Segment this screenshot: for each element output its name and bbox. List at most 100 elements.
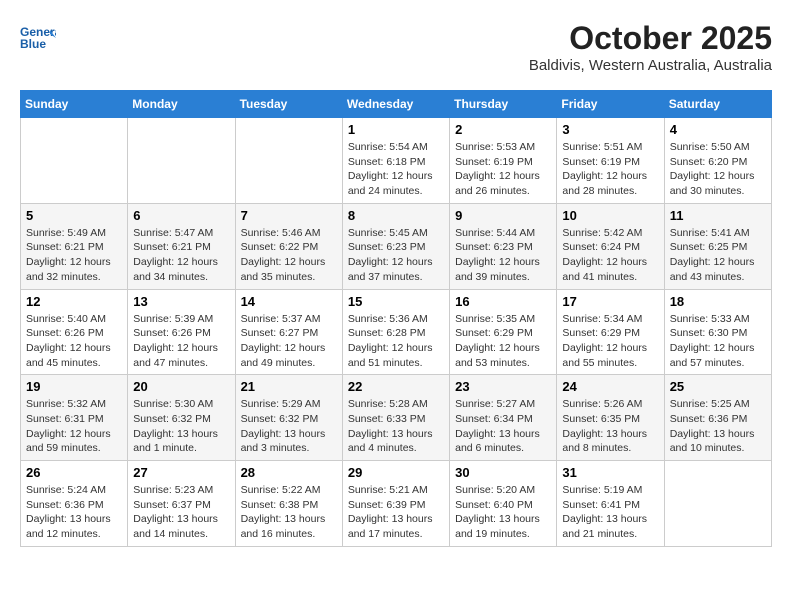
day-number: 4 [670, 122, 766, 137]
page-header: General Blue October 2025 Baldivis, West… [20, 20, 772, 74]
calendar-day-cell: 10 Sunrise: 5:42 AM Sunset: 6:24 PM Dayli… [557, 203, 664, 289]
day-number: 11 [670, 208, 766, 223]
calendar-header-cell: Saturday [664, 91, 771, 118]
day-number: 30 [455, 465, 551, 480]
calendar-day-cell: 31Sunrise: 5:19 AM Sunset: 6:41 PM Dayli… [557, 461, 664, 547]
calendar-title: October 2025 [529, 20, 772, 57]
day-number: 1 [348, 122, 444, 137]
calendar-day-cell: 19Sunrise: 5:32 AM Sunset: 6:31 PM Dayli… [21, 375, 128, 461]
calendar-day-cell: 16 Sunrise: 5:35 AM Sunset: 6:29 PM Dayli… [450, 289, 557, 375]
day-number: 10 [562, 208, 658, 223]
day-info: Sunrise: 5:53 AM Sunset: 6:19 PM Dayligh… [455, 140, 551, 199]
day-number: 13 [133, 294, 229, 309]
calendar-header-cell: Sunday [21, 91, 128, 118]
day-number: 14 [241, 294, 337, 309]
calendar-header-cell: Friday [557, 91, 664, 118]
calendar-week-row: 26 Sunrise: 5:24 AM Sunset: 6:36 PM Dayli… [21, 461, 772, 547]
day-info: Sunrise: 5:40 AM Sunset: 6:26 PM Dayligh… [26, 312, 122, 371]
calendar-day-cell: 18Sunrise: 5:33 AM Sunset: 6:30 PM Dayli… [664, 289, 771, 375]
day-info: Sunrise: 5:23 AM Sunset: 6:37 PM Dayligh… [133, 483, 229, 542]
day-info: Sunrise: 5:34 AM Sunset: 6:29 PM Dayligh… [562, 312, 658, 371]
day-info: Sunrise: 5:28 AM Sunset: 6:33 PM Dayligh… [348, 397, 444, 456]
calendar-day-cell: 13 Sunrise: 5:39 AM Sunset: 6:26 PM Dayli… [128, 289, 235, 375]
day-info: Sunrise: 5:37 AM Sunset: 6:27 PM Dayligh… [241, 312, 337, 371]
day-info: Sunrise: 5:51 AM Sunset: 6:19 PM Dayligh… [562, 140, 658, 199]
day-number: 12 [26, 294, 122, 309]
day-info: Sunrise: 5:47 AM Sunset: 6:21 PM Dayligh… [133, 226, 229, 285]
calendar-table: SundayMondayTuesdayWednesdayThursdayFrid… [20, 90, 772, 547]
calendar-subtitle: Baldivis, Western Australia, Australia [529, 57, 772, 74]
day-number: 15 [348, 294, 444, 309]
calendar-day-cell: 17 Sunrise: 5:34 AM Sunset: 6:29 PM Dayli… [557, 289, 664, 375]
calendar-header-cell: Tuesday [235, 91, 342, 118]
day-number: 7 [241, 208, 337, 223]
calendar-day-cell [235, 118, 342, 204]
calendar-day-cell: 24 Sunrise: 5:26 AM Sunset: 6:35 PM Dayli… [557, 375, 664, 461]
day-number: 28 [241, 465, 337, 480]
day-number: 8 [348, 208, 444, 223]
day-number: 31 [562, 465, 658, 480]
calendar-day-cell: 6 Sunrise: 5:47 AM Sunset: 6:21 PM Daylig… [128, 203, 235, 289]
day-info: Sunrise: 5:33 AM Sunset: 6:30 PM Dayligh… [670, 312, 766, 371]
calendar-day-cell: 23 Sunrise: 5:27 AM Sunset: 6:34 PM Dayli… [450, 375, 557, 461]
day-info: Sunrise: 5:46 AM Sunset: 6:22 PM Dayligh… [241, 226, 337, 285]
day-info: Sunrise: 5:41 AM Sunset: 6:25 PM Dayligh… [670, 226, 766, 285]
day-number: 19 [26, 379, 122, 394]
day-info: Sunrise: 5:27 AM Sunset: 6:34 PM Dayligh… [455, 397, 551, 456]
calendar-week-row: 5Sunrise: 5:49 AM Sunset: 6:21 PM Daylig… [21, 203, 772, 289]
day-number: 21 [241, 379, 337, 394]
logo: General Blue [20, 20, 60, 56]
calendar-day-cell: 5Sunrise: 5:49 AM Sunset: 6:21 PM Daylig… [21, 203, 128, 289]
calendar-day-cell [21, 118, 128, 204]
day-info: Sunrise: 5:21 AM Sunset: 6:39 PM Dayligh… [348, 483, 444, 542]
calendar-day-cell: 29 Sunrise: 5:21 AM Sunset: 6:39 PM Dayli… [342, 461, 449, 547]
day-number: 3 [562, 122, 658, 137]
svg-text:Blue: Blue [20, 37, 46, 51]
calendar-day-cell: 1Sunrise: 5:54 AM Sunset: 6:18 PM Daylig… [342, 118, 449, 204]
day-number: 9 [455, 208, 551, 223]
day-number: 26 [26, 465, 122, 480]
day-info: Sunrise: 5:20 AM Sunset: 6:40 PM Dayligh… [455, 483, 551, 542]
calendar-day-cell: 15 Sunrise: 5:36 AM Sunset: 6:28 PM Dayli… [342, 289, 449, 375]
calendar-week-row: 1Sunrise: 5:54 AM Sunset: 6:18 PM Daylig… [21, 118, 772, 204]
calendar-day-cell: 9 Sunrise: 5:44 AM Sunset: 6:23 PM Daylig… [450, 203, 557, 289]
day-number: 24 [562, 379, 658, 394]
calendar-day-cell: 25 Sunrise: 5:25 AM Sunset: 6:36 PM Dayli… [664, 375, 771, 461]
day-info: Sunrise: 5:36 AM Sunset: 6:28 PM Dayligh… [348, 312, 444, 371]
calendar-header-row: SundayMondayTuesdayWednesdayThursdayFrid… [21, 91, 772, 118]
calendar-day-cell: 7 Sunrise: 5:46 AM Sunset: 6:22 PM Daylig… [235, 203, 342, 289]
day-info: Sunrise: 5:42 AM Sunset: 6:24 PM Dayligh… [562, 226, 658, 285]
calendar-day-cell [664, 461, 771, 547]
calendar-header-cell: Thursday [450, 91, 557, 118]
day-info: Sunrise: 5:30 AM Sunset: 6:32 PM Dayligh… [133, 397, 229, 456]
day-number: 6 [133, 208, 229, 223]
calendar-day-cell: 30 Sunrise: 5:20 AM Sunset: 6:40 PM Dayli… [450, 461, 557, 547]
day-info: Sunrise: 5:25 AM Sunset: 6:36 PM Dayligh… [670, 397, 766, 456]
calendar-day-cell: 26 Sunrise: 5:24 AM Sunset: 6:36 PM Dayli… [21, 461, 128, 547]
day-info: Sunrise: 5:24 AM Sunset: 6:36 PM Dayligh… [26, 483, 122, 542]
day-number: 23 [455, 379, 551, 394]
calendar-day-cell: 4 Sunrise: 5:50 AM Sunset: 6:20 PM Daylig… [664, 118, 771, 204]
calendar-day-cell: 14 Sunrise: 5:37 AM Sunset: 6:27 PM Dayli… [235, 289, 342, 375]
calendar-day-cell: 27 Sunrise: 5:23 AM Sunset: 6:37 PM Dayli… [128, 461, 235, 547]
calendar-day-cell: 11 Sunrise: 5:41 AM Sunset: 6:25 PM Dayli… [664, 203, 771, 289]
day-number: 16 [455, 294, 551, 309]
day-info: Sunrise: 5:44 AM Sunset: 6:23 PM Dayligh… [455, 226, 551, 285]
day-number: 27 [133, 465, 229, 480]
day-info: Sunrise: 5:26 AM Sunset: 6:35 PM Dayligh… [562, 397, 658, 456]
day-number: 17 [562, 294, 658, 309]
day-number: 25 [670, 379, 766, 394]
calendar-day-cell: 2Sunrise: 5:53 AM Sunset: 6:19 PM Daylig… [450, 118, 557, 204]
day-info: Sunrise: 5:50 AM Sunset: 6:20 PM Dayligh… [670, 140, 766, 199]
calendar-day-cell: 8 Sunrise: 5:45 AM Sunset: 6:23 PM Daylig… [342, 203, 449, 289]
calendar-week-row: 19Sunrise: 5:32 AM Sunset: 6:31 PM Dayli… [21, 375, 772, 461]
calendar-day-cell: 28Sunrise: 5:22 AM Sunset: 6:38 PM Dayli… [235, 461, 342, 547]
day-number: 29 [348, 465, 444, 480]
calendar-day-cell: 12 Sunrise: 5:40 AM Sunset: 6:26 PM Dayli… [21, 289, 128, 375]
day-info: Sunrise: 5:45 AM Sunset: 6:23 PM Dayligh… [348, 226, 444, 285]
day-info: Sunrise: 5:39 AM Sunset: 6:26 PM Dayligh… [133, 312, 229, 371]
day-info: Sunrise: 5:49 AM Sunset: 6:21 PM Dayligh… [26, 226, 122, 285]
day-info: Sunrise: 5:35 AM Sunset: 6:29 PM Dayligh… [455, 312, 551, 371]
title-block: October 2025 Baldivis, Western Australia… [529, 20, 772, 74]
calendar-day-cell: 22Sunrise: 5:28 AM Sunset: 6:33 PM Dayli… [342, 375, 449, 461]
